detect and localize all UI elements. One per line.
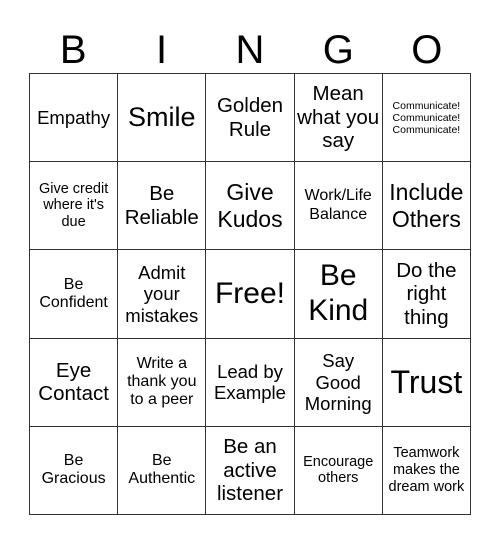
bingo-header: B I N G O bbox=[29, 28, 471, 72]
bingo-grid: Empathy Smile Golden Rule Mean what you … bbox=[29, 73, 471, 515]
bingo-cell[interactable]: Empathy bbox=[30, 74, 119, 163]
cell-text: Write a thank you to a peer bbox=[127, 354, 197, 409]
bingo-cell[interactable]: Give credit where it's due bbox=[30, 162, 119, 251]
cell-text: Mean what you say bbox=[297, 82, 380, 153]
cell-text: Be Reliable bbox=[124, 182, 199, 229]
cell-text: Do the right thing bbox=[396, 258, 457, 329]
cell-text: Say Good Morning bbox=[304, 350, 372, 414]
header-letter-b: B bbox=[59, 28, 87, 72]
bingo-cell[interactable]: Smile bbox=[118, 74, 207, 163]
bingo-cell[interactable]: Communicate! Communicate! Communicate! bbox=[382, 74, 471, 163]
bingo-cell[interactable]: Be Reliable bbox=[118, 162, 207, 251]
bingo-cell[interactable]: Be Confident bbox=[30, 250, 119, 339]
bingo-cell[interactable]: Golden Rule bbox=[206, 74, 295, 163]
cell-text: Communicate! Communicate! Communicate! bbox=[392, 99, 461, 136]
cell-text: Teamwork makes the dream work bbox=[388, 445, 465, 495]
bingo-cell[interactable]: Say Good Morning bbox=[294, 338, 383, 427]
header-letter-o: O bbox=[411, 28, 443, 72]
cell-text: Encourage others bbox=[303, 453, 374, 487]
free-space[interactable]: Free! bbox=[206, 250, 295, 339]
bingo-cell[interactable]: Give Kudos bbox=[206, 162, 295, 251]
cell-text: Golden Rule bbox=[216, 94, 284, 141]
cell-text: Be an active listener bbox=[216, 435, 284, 506]
bingo-cell[interactable]: Be an active listener bbox=[206, 426, 295, 515]
header-letter-i: I bbox=[156, 28, 168, 72]
cell-text: Work/Life Balance bbox=[304, 187, 372, 223]
cell-text: Trust bbox=[390, 363, 463, 400]
cell-text: Give credit where it's due bbox=[38, 180, 109, 231]
cell-text: Give Kudos bbox=[217, 179, 283, 232]
cell-text: Eye Contact bbox=[38, 358, 109, 406]
bingo-cell[interactable]: Include Others bbox=[382, 162, 471, 251]
cell-text: Lead by Example bbox=[213, 360, 286, 404]
cell-text: Free! bbox=[214, 276, 285, 310]
cell-text: Be Authentic bbox=[128, 452, 196, 488]
cell-text: Empathy bbox=[37, 106, 111, 128]
bingo-cell[interactable]: Lead by Example bbox=[206, 338, 295, 427]
bingo-cell[interactable]: Teamwork makes the dream work bbox=[382, 426, 471, 515]
cell-text: Admit your mistakes bbox=[125, 262, 199, 326]
cell-text: Be Gracious bbox=[41, 452, 106, 488]
header-letter-n: N bbox=[235, 28, 265, 72]
bingo-cell[interactable]: Encourage others bbox=[294, 426, 383, 515]
bingo-cell[interactable]: Work/Life Balance bbox=[294, 162, 383, 251]
bingo-cell[interactable]: Be Authentic bbox=[118, 426, 207, 515]
bingo-cell[interactable]: Eye Contact bbox=[30, 338, 119, 427]
bingo-cell[interactable]: Admit your mistakes bbox=[118, 250, 207, 339]
bingo-cell[interactable]: Trust bbox=[382, 338, 471, 427]
cell-text: Be Confident bbox=[39, 275, 108, 311]
header-letter-g: G bbox=[322, 28, 354, 72]
cell-text: Include Others bbox=[389, 179, 464, 232]
bingo-cell[interactable]: Be Kind bbox=[294, 250, 383, 339]
bingo-cell[interactable]: Write a thank you to a peer bbox=[118, 338, 207, 427]
cell-text: Smile bbox=[128, 102, 196, 133]
bingo-cell[interactable]: Mean what you say bbox=[294, 74, 383, 163]
bingo-cell[interactable]: Be Gracious bbox=[30, 426, 119, 515]
cell-text: Be Kind bbox=[308, 259, 369, 327]
bingo-cell[interactable]: Do the right thing bbox=[382, 250, 471, 339]
